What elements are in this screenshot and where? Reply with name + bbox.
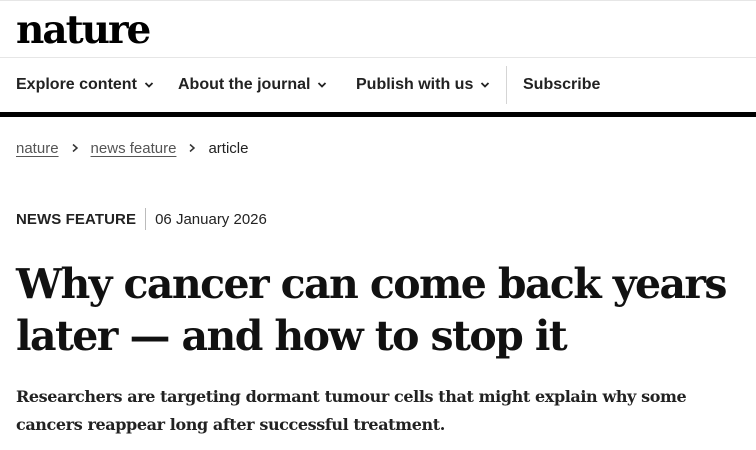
breadcrumb-news-feature[interactable]: news feature: [91, 140, 177, 157]
chevron-right-icon: [189, 143, 196, 153]
header-rule: [0, 112, 756, 117]
main-nav: Explore content About the journal Publis…: [0, 58, 756, 112]
nature-logo[interactable]: nature: [16, 4, 151, 56]
breadcrumb-nature[interactable]: nature: [16, 140, 59, 157]
article-date: 06 January 2026: [155, 210, 267, 228]
chevron-down-icon: [144, 82, 154, 88]
nav-publish-with-us-label: Publish with us: [356, 76, 474, 93]
article-title: Why cancer can come back years later — a…: [16, 260, 728, 360]
meta-divider: [145, 208, 147, 230]
article-standfirst: Researchers are targeting dormant tumour…: [16, 387, 687, 434]
nav-explore-content-label: Explore content: [16, 76, 137, 93]
nav-divider: [506, 66, 507, 104]
chevron-down-icon: [318, 82, 327, 88]
nav-about-the-journal-label: About the journal: [178, 76, 311, 93]
chevron-right-icon: [72, 143, 78, 153]
article-type: NEWS FEATURE: [16, 210, 137, 228]
site-header: nature: [0, 0, 756, 58]
nav-about-the-journal[interactable]: About the journal: [178, 58, 327, 112]
breadcrumb: nature news feature article: [16, 137, 248, 159]
breadcrumb-current: article: [208, 139, 249, 157]
subscribe-link[interactable]: Subscribe: [523, 58, 600, 112]
chevron-down-icon: [481, 82, 490, 88]
article-meta: NEWS FEATURE 06 January 2026: [16, 207, 267, 231]
nav-publish-with-us[interactable]: Publish with us: [356, 58, 490, 112]
subscribe-label: Subscribe: [523, 76, 601, 93]
nav-explore-content[interactable]: Explore content: [16, 58, 154, 112]
